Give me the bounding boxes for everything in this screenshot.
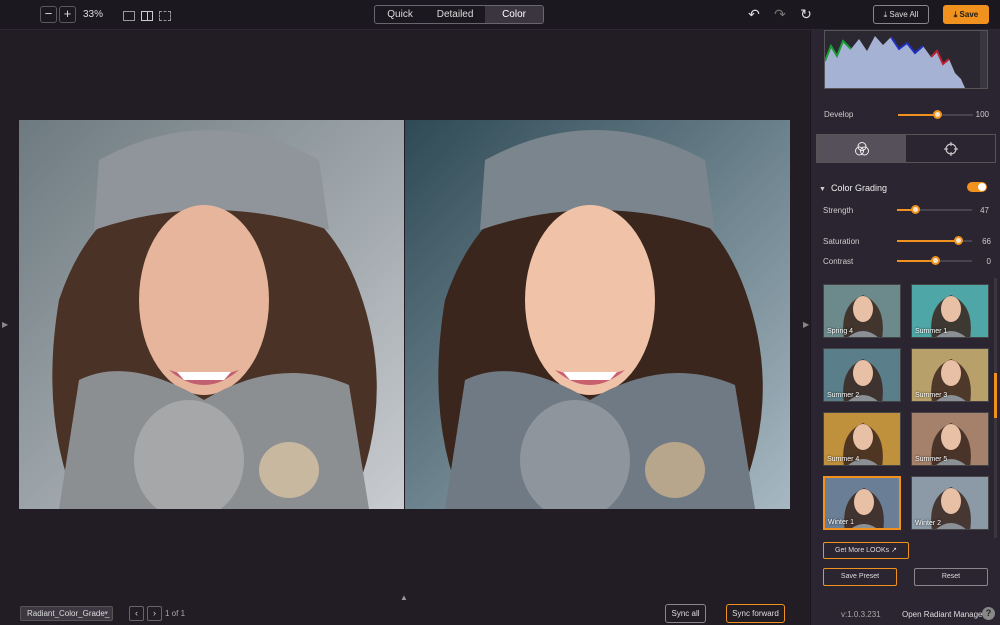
color-grading-toggle[interactable] (967, 182, 987, 192)
help-icon[interactable]: ? (982, 607, 995, 620)
look-name: Winter 2 (915, 520, 942, 527)
preview-canvas: ▶ ▶ ▲ (0, 30, 810, 625)
chevron-down-icon: ▾ (104, 610, 108, 617)
crop-view-icon[interactable] (159, 11, 171, 21)
tab-color-circles[interactable] (817, 135, 906, 162)
bottom-bar: Radiant_Color_Grade_ ▾ ‹ › 1 of 1 Sync a… (0, 600, 810, 625)
strength-value: 47 (980, 206, 989, 215)
tab-quick-edit[interactable]: Quick Edit (375, 6, 425, 23)
undo-icon[interactable]: ↶ (746, 6, 762, 23)
top-toolbar: − + 33% Quick Edit Detailed Edit Color G… (0, 0, 1000, 30)
redo-icon[interactable]: ↷ (772, 6, 788, 23)
sync-all-button[interactable]: Sync all (665, 604, 706, 623)
single-view-icon[interactable] (123, 11, 135, 21)
after-image (405, 120, 790, 509)
get-more-looks-button[interactable]: Get More LOOKs ↗ (823, 542, 909, 559)
looks-scrollbar[interactable] (994, 278, 997, 538)
save-button[interactable]: ⤓ Save (943, 5, 989, 24)
contrast-slider[interactable] (897, 256, 972, 265)
external-link-icon: ↗ (891, 547, 897, 554)
crosshair-icon (943, 141, 958, 156)
next-page-button[interactable]: › (147, 606, 162, 621)
tab-color-grade[interactable]: Color Grade (485, 6, 543, 23)
color-circles-icon (854, 141, 869, 155)
mode-switcher: Quick Edit Detailed Edit Color Grade (374, 5, 544, 24)
look-name: Summer 5 (915, 456, 948, 463)
look-thumbnail[interactable]: Winter 2 (911, 476, 989, 530)
look-name: Summer 3 (915, 392, 948, 399)
file-selector[interactable]: Radiant_Color_Grade_ ▾ (20, 606, 113, 621)
looks-scrollbar-thumb[interactable] (994, 373, 997, 418)
look-thumbnail-selected[interactable]: Winter 1 (823, 476, 901, 530)
look-name: Winter 1 (828, 519, 855, 526)
contrast-value: 0 (986, 257, 991, 266)
look-thumbnail[interactable]: Summer 5 (911, 412, 989, 466)
look-name: Summer 4 (827, 456, 860, 463)
develop-value: 100 (975, 110, 989, 119)
saturation-value: 66 (982, 237, 991, 246)
strength-slider[interactable] (897, 205, 972, 214)
zoom-out-button[interactable]: − (40, 6, 57, 23)
tab-target[interactable] (906, 135, 995, 162)
reset-view-icon[interactable]: ↻ (798, 6, 814, 23)
sync-forward-button[interactable]: Sync forward (726, 604, 785, 623)
looks-grid: Spring 4 Summer 1 Summer 2 Summer 3 Summ… (816, 278, 994, 536)
app-window: − + 33% Quick Edit Detailed Edit Color G… (0, 0, 1000, 625)
saturation-slider-handle[interactable] (953, 236, 963, 245)
look-name: Summer 2 (827, 392, 860, 399)
histogram (824, 30, 988, 89)
strength-label: Strength (823, 206, 854, 215)
open-radiant-manager-link[interactable]: Open Radiant Manager (902, 610, 985, 619)
version-label: v:1.0.3.231 (841, 610, 881, 619)
look-thumbnail[interactable]: Summer 1 (911, 284, 989, 338)
look-thumbnail[interactable]: Summer 2 (823, 348, 901, 402)
split-view-icon[interactable] (141, 11, 153, 21)
before-image (19, 120, 404, 509)
save-preset-button[interactable]: Save Preset (823, 568, 897, 586)
develop-slider-handle[interactable] (933, 110, 942, 119)
reset-button[interactable]: Reset (914, 568, 988, 586)
look-thumbnail[interactable]: Spring 4 (823, 284, 901, 338)
color-grading-header[interactable]: ▼ Color Grading (819, 183, 887, 193)
contrast-slider-handle[interactable] (930, 256, 940, 265)
save-all-button[interactable]: ⤓ Save All (873, 5, 929, 24)
zoom-level: 33% (83, 9, 104, 20)
develop-label: Develop (824, 110, 854, 119)
contrast-label: Contrast (823, 257, 854, 266)
look-thumbnail[interactable]: Summer 3 (911, 348, 989, 402)
right-panel-toggle-icon[interactable]: ▶ (803, 320, 809, 329)
right-panel: Develop 100 ▼ Color Grading Strength 47 … (810, 30, 1000, 625)
left-panel-toggle-icon[interactable]: ▶ (2, 320, 8, 329)
collapse-triangle-icon: ▼ (819, 186, 826, 193)
zoom-in-button[interactable]: + (59, 6, 76, 23)
panel-tabs (816, 134, 996, 163)
saturation-label: Saturation (823, 237, 860, 246)
develop-slider[interactable] (898, 110, 973, 119)
page-info: 1 of 1 (165, 609, 186, 618)
strength-slider-handle[interactable] (911, 205, 920, 214)
prev-page-button[interactable]: ‹ (129, 606, 144, 621)
saturation-slider[interactable] (897, 236, 972, 245)
tab-detailed-edit[interactable]: Detailed Edit (425, 6, 485, 23)
look-name: Summer 1 (915, 328, 948, 335)
look-thumbnail[interactable]: Summer 4 (823, 412, 901, 466)
look-name: Spring 4 (827, 328, 854, 335)
